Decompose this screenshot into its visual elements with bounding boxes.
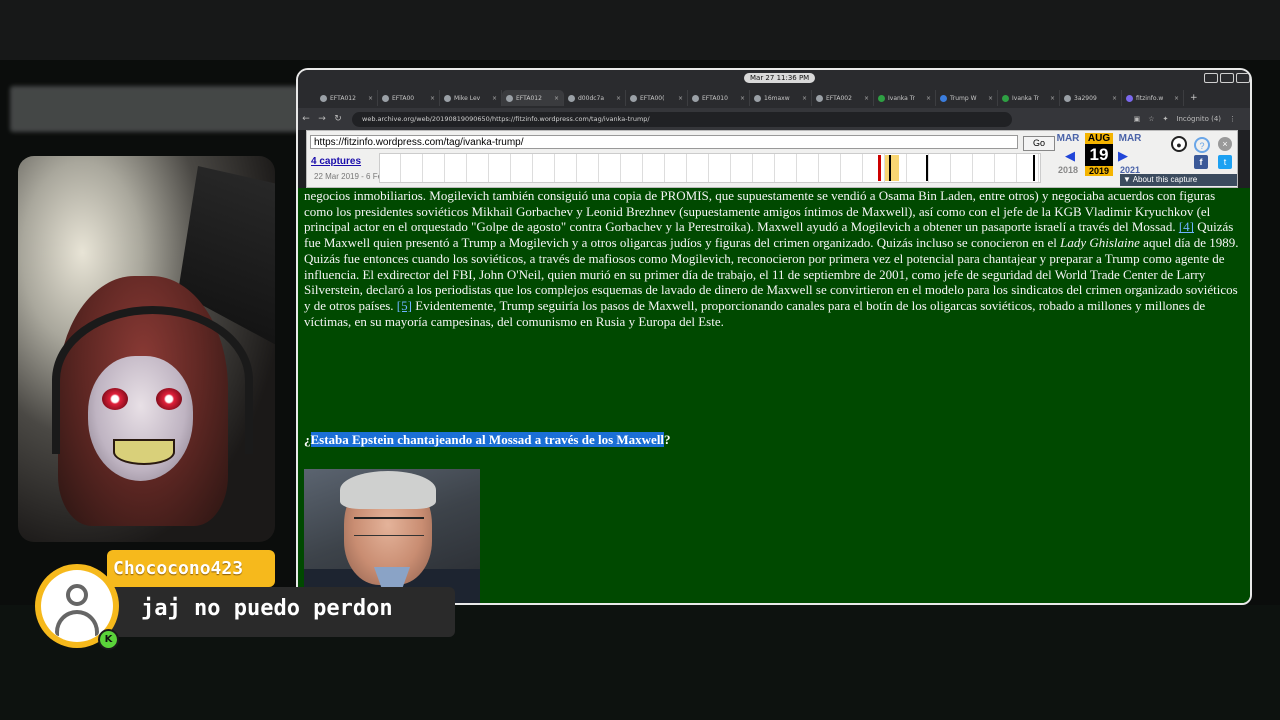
captures-link[interactable]: 4 captures bbox=[311, 156, 361, 167]
current-capture-column: AUG 19 2019 bbox=[1085, 133, 1113, 176]
wayback-url-input[interactable]: https://fitzinfo.wordpress.com/tag/ivank… bbox=[310, 135, 1018, 149]
close-tab-icon[interactable]: × bbox=[554, 95, 559, 102]
close-tab-icon[interactable]: × bbox=[368, 95, 373, 102]
article-paragraph: negocios inmobiliarios. Mogilevich tambi… bbox=[304, 188, 1239, 329]
tab-favicon-icon bbox=[320, 94, 327, 102]
tab[interactable]: Mike Lev × bbox=[440, 90, 502, 106]
tab-favicon-icon bbox=[692, 94, 699, 102]
close-tab-icon[interactable]: × bbox=[926, 95, 931, 102]
footnote-link[interactable]: [5] bbox=[397, 298, 412, 313]
toolbar-icons: ▣ ☆ ✦ Incógnito (4) ⋮ bbox=[1134, 115, 1250, 123]
platform-badge-icon: K bbox=[98, 629, 119, 650]
close-tab-icon[interactable]: × bbox=[802, 95, 807, 102]
puzzle-icon[interactable]: ✦ bbox=[1163, 115, 1169, 123]
user-icon bbox=[66, 584, 88, 606]
tab[interactable]: EFTA012 × bbox=[502, 90, 564, 106]
reload-icon[interactable]: ↻ bbox=[330, 114, 346, 124]
wayback-toolbar: https://fitzinfo.wordpress.com/tag/ivank… bbox=[306, 130, 1238, 188]
minimize-button[interactable] bbox=[1204, 73, 1218, 83]
tab[interactable]: EFTA010 × bbox=[688, 90, 750, 106]
close-window-button[interactable] bbox=[1236, 73, 1250, 83]
close-tab-icon[interactable]: × bbox=[1050, 95, 1055, 102]
title-bar: Mar 27 11:36 PM bbox=[298, 70, 1250, 88]
tab-favicon-icon bbox=[568, 94, 575, 102]
facebook-icon[interactable]: f bbox=[1194, 155, 1208, 169]
close-tab-icon[interactable]: × bbox=[1174, 95, 1179, 102]
capture-mark[interactable] bbox=[926, 155, 928, 181]
new-tab-icon[interactable]: + bbox=[1190, 93, 1198, 103]
tab-favicon-icon bbox=[444, 94, 451, 102]
maximize-button[interactable] bbox=[1220, 73, 1234, 83]
background-blur bbox=[10, 86, 300, 132]
tab[interactable]: EFTA00(× bbox=[626, 90, 688, 106]
capture-mark[interactable] bbox=[889, 155, 891, 181]
tab-favicon-icon bbox=[382, 94, 389, 102]
background-desktop bbox=[0, 0, 1280, 60]
incognito-label[interactable]: Incógnito (4) bbox=[1176, 115, 1221, 123]
tab-strip: EFTA012 × EFTA00 × Mike Lev × EFTA012 × d00d… bbox=[298, 88, 1250, 108]
tab-favicon-icon bbox=[754, 94, 761, 102]
tab[interactable]: EFTA012 × bbox=[316, 90, 378, 106]
next-capture-column[interactable]: MAR 2021 bbox=[1116, 133, 1144, 175]
close-tab-icon[interactable]: × bbox=[988, 95, 993, 102]
forward-icon[interactable]: → bbox=[314, 114, 330, 124]
tab-favicon-icon bbox=[878, 94, 885, 102]
close-icon[interactable]: × bbox=[1218, 137, 1232, 151]
capture-mark[interactable] bbox=[1033, 155, 1035, 181]
prev-arrow-icon[interactable]: ◀ bbox=[1065, 149, 1075, 164]
tab-favicon-icon bbox=[1064, 94, 1071, 102]
selected-text: Estaba Epstein chantajeando al Mossad a … bbox=[310, 432, 665, 447]
tab-favicon-icon bbox=[940, 94, 947, 102]
clock: Mar 27 11:36 PM bbox=[744, 73, 816, 83]
capture-mark[interactable] bbox=[878, 155, 881, 181]
tab-favicon-icon bbox=[506, 94, 513, 102]
capture-timeline[interactable] bbox=[379, 153, 1041, 183]
footnote-link[interactable]: [4] bbox=[1179, 219, 1194, 234]
account-icon[interactable]: ● bbox=[1171, 136, 1187, 152]
about-capture-button[interactable]: ▼ About this capture bbox=[1120, 174, 1237, 186]
page-content: negocios inmobiliarios. Mogilevich tambi… bbox=[298, 188, 1250, 603]
tab[interactable]: Ivanka Tr × bbox=[874, 90, 936, 106]
section-heading: ¿Estaba Epstein chantajeando al Mossad a… bbox=[304, 432, 671, 447]
menu-icon[interactable]: ⋮ bbox=[1229, 115, 1236, 123]
close-tab-icon[interactable]: × bbox=[430, 95, 435, 102]
twitter-icon[interactable]: t bbox=[1218, 155, 1232, 169]
tab[interactable]: d00dc7a × bbox=[564, 90, 626, 106]
address-bar[interactable]: web.archive.org/web/20190819090650/https… bbox=[352, 111, 1012, 127]
tab[interactable]: Trump W × bbox=[936, 90, 998, 106]
close-tab-icon[interactable]: × bbox=[740, 95, 745, 102]
chat-username: Chococono423 bbox=[107, 550, 275, 587]
back-icon[interactable]: ← bbox=[298, 114, 314, 124]
tab[interactable]: EFTA00 × bbox=[378, 90, 440, 106]
tab-favicon-icon bbox=[816, 94, 823, 102]
chat-message: jaj no puedo perdon bbox=[107, 587, 455, 637]
star-icon[interactable]: ☆ bbox=[1148, 115, 1154, 123]
close-tab-icon[interactable]: × bbox=[616, 95, 621, 102]
tab[interactable]: 3a2909 × bbox=[1060, 90, 1122, 106]
capture-mark[interactable] bbox=[885, 155, 899, 181]
tab-favicon-icon bbox=[1126, 94, 1133, 102]
nav-bar: ← → ↻ web.archive.org/web/20190819090650… bbox=[298, 108, 1250, 130]
browser-window: Mar 27 11:36 PM EFTA012 × EFTA00 × Mike Le… bbox=[296, 68, 1252, 605]
tab[interactable]: EFTA002 × bbox=[812, 90, 874, 106]
close-tab-icon[interactable]: × bbox=[864, 95, 869, 102]
tab[interactable]: 16maxw × bbox=[750, 90, 812, 106]
article-photo bbox=[304, 469, 480, 603]
go-button[interactable]: Go bbox=[1023, 136, 1055, 151]
capture-range: 22 Mar 2019 - 6 Fe bbox=[314, 172, 383, 181]
close-tab-icon[interactable]: × bbox=[1112, 95, 1117, 102]
tab-favicon-icon bbox=[630, 94, 637, 102]
close-tab-icon[interactable]: × bbox=[492, 95, 497, 102]
tab-favicon-icon bbox=[1002, 94, 1009, 102]
close-tab-icon[interactable]: × bbox=[678, 95, 683, 102]
extension-icon[interactable]: ▣ bbox=[1134, 115, 1141, 123]
tab[interactable]: Ivanka Tr × bbox=[998, 90, 1060, 106]
tab[interactable]: fitzinfo.w × bbox=[1122, 90, 1184, 106]
article-body: negocios inmobiliarios. Mogilevich tambi… bbox=[304, 188, 1240, 329]
help-icon[interactable]: ? bbox=[1194, 137, 1210, 153]
webcam-overlay bbox=[18, 156, 275, 542]
